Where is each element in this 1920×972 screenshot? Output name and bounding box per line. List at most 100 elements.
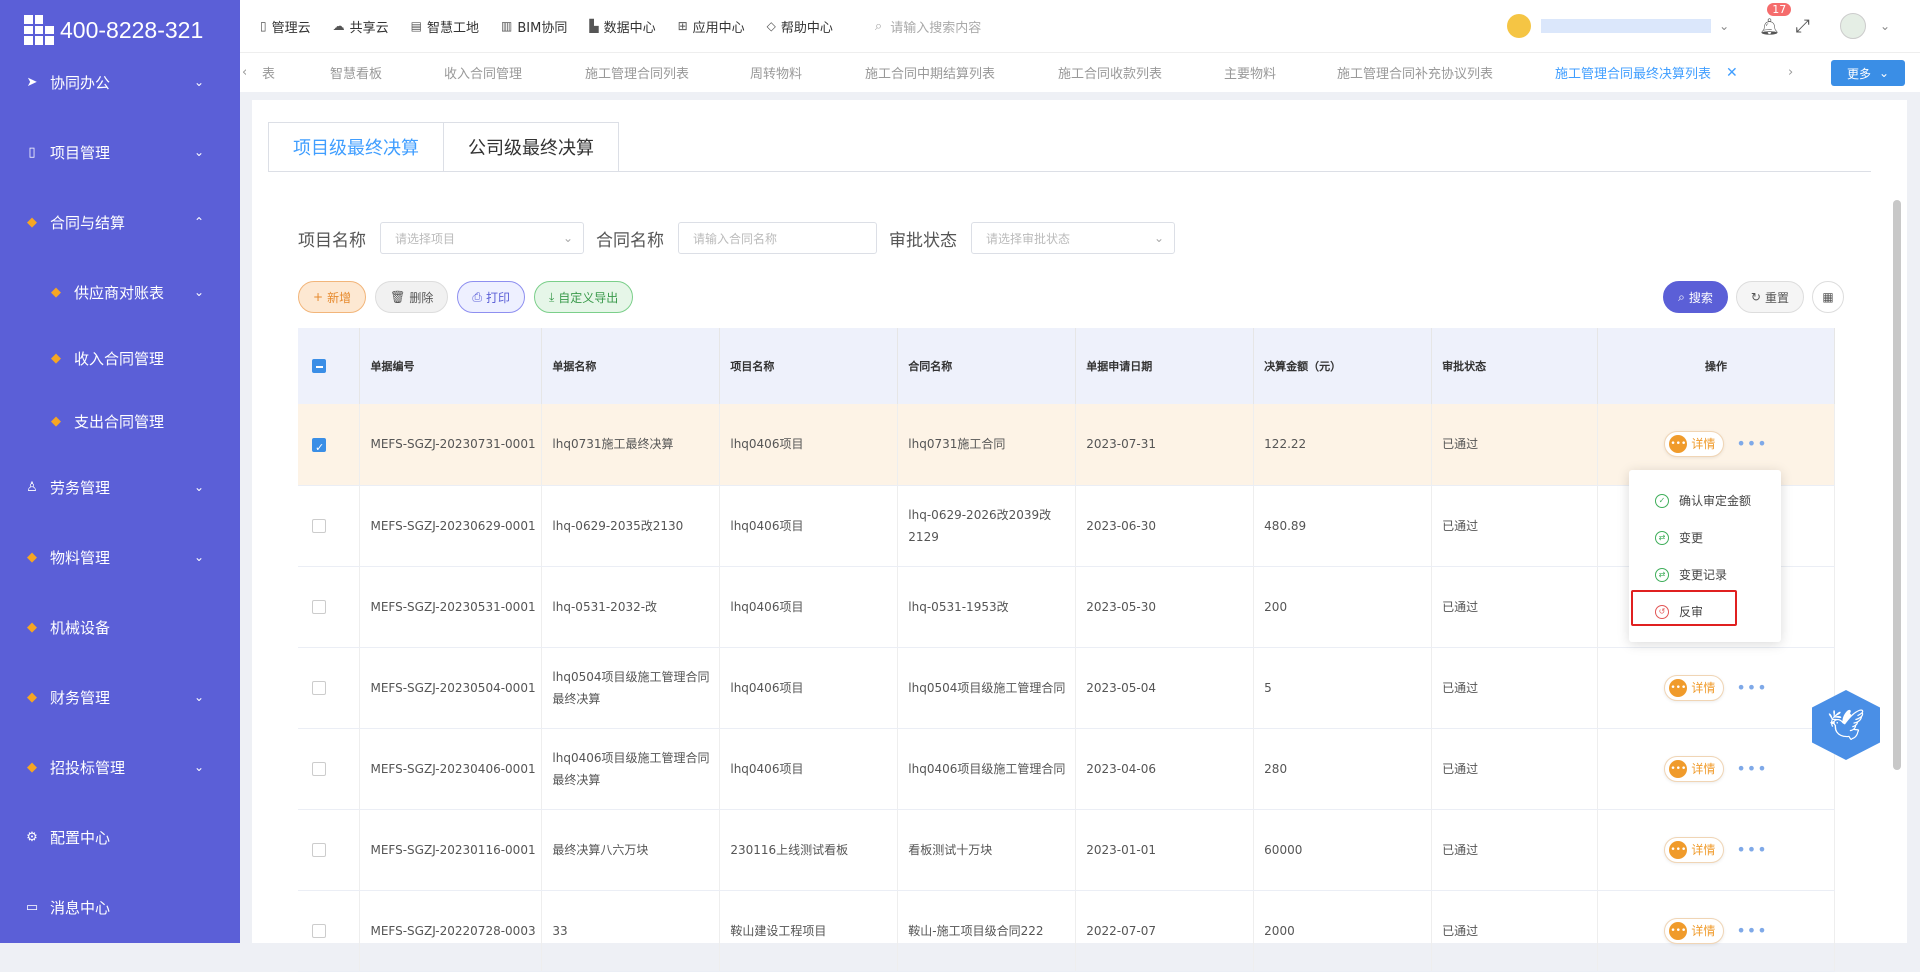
org-name-bar[interactable] [1541, 19, 1712, 33]
tab-close-icon[interactable]: ✕ [1726, 65, 1738, 81]
tab-construction-contract-list[interactable]: 施工管理合同列表 [585, 63, 689, 82]
fullscreen-icon[interactable]: ⤢ [1796, 16, 1810, 37]
table-header-row: 单据编号 单据名称 项目名称 合同名称 单据申请日期 决算金额（元） 审批状态 … [298, 328, 1835, 404]
detail-button[interactable]: ••• 详情 [1664, 917, 1725, 944]
sidebar-item-supplier[interactable]: ◆ 供应商对账表 ⌄ [0, 272, 240, 312]
tab-final-settlement[interactable]: 施工管理合同最终决算列表 [1555, 63, 1711, 82]
row-checkbox[interactable] [312, 519, 326, 533]
avatar-chevron-icon[interactable]: ⌄ [1880, 19, 1890, 33]
tab-prev-icon[interactable]: ‹ [242, 65, 247, 80]
tab-project-level[interactable]: 项目级最终决算 [268, 122, 444, 172]
sidebar-item-collab[interactable]: ➤ 协同办公 ⌄ [0, 62, 240, 102]
nav-help-center[interactable]: ◇ 帮助中心 [767, 17, 833, 36]
menu-item-change[interactable]: ⇄ 变更 [1655, 529, 1703, 546]
tab-partial[interactable]: 表 [262, 63, 275, 82]
project-select[interactable]: 请选择项目 ⌄ [380, 222, 584, 254]
status-select[interactable]: 请选择审批状态 ⌄ [971, 222, 1175, 254]
detail-button[interactable]: ••• 详情 [1664, 755, 1725, 782]
org-chevron-icon[interactable]: ⌄ [1719, 19, 1729, 33]
tab-supplement-agreement[interactable]: 施工管理合同补充协议列表 [1337, 63, 1493, 82]
sidebar-item-message[interactable]: ▭ 消息中心 [0, 887, 240, 927]
sidebar-item-expense-contract[interactable]: ◆ 支出合同管理 [0, 401, 240, 441]
tab-next-icon[interactable]: › [1788, 65, 1793, 80]
sidebar-item-label: 招投标管理 [50, 758, 126, 777]
table-row[interactable]: MEFS-SGZJ-20220728-0003 33 鞍山建设工程项目 鞍山-施工项目… [298, 890, 1835, 972]
sidebar-item-machinery[interactable]: ◆ 机械设备 [0, 607, 240, 647]
detail-button[interactable]: ••• 详情 [1664, 431, 1725, 458]
nav-smart-site[interactable]: ▤ 智慧工地 [411, 17, 479, 36]
nav-data-center[interactable]: ▙ 数据中心 [589, 17, 655, 36]
table-row[interactable]: MEFS-SGZJ-20230504-0001 lhq0504项目级施工管理合同最… [298, 647, 1835, 729]
history-icon: ⇄ [1655, 567, 1669, 582]
table-row[interactable]: MEFS-SGZJ-20230629-0001 lhq-0629-2035改213… [298, 485, 1835, 567]
sidebar-item-config[interactable]: ⚙ 配置中心 [0, 817, 240, 857]
sidebar-item-finance[interactable]: ◆ 财务管理 ⌄ [0, 677, 240, 717]
tab-smart-board[interactable]: 智慧看板 [330, 63, 382, 82]
more-tabs-button[interactable]: 更多 ⌄ [1831, 60, 1905, 86]
table-row[interactable]: MEFS-SGZJ-20230531-0001 lhq-0531-2032-改 lh… [298, 566, 1835, 648]
tab-company-level[interactable]: 公司级最终决算 [444, 122, 619, 172]
tab-turnover-material[interactable]: 周转物料 [750, 63, 802, 82]
row-checkbox[interactable] [312, 681, 326, 695]
export-button[interactable]: ⤓ 自定义导出 [533, 281, 634, 313]
sidebar-item-income-contract[interactable]: ◆ 收入合同管理 [0, 338, 240, 378]
sidebar-item-project[interactable]: ▯ 项目管理 ⌄ [0, 132, 240, 172]
tab-income-contract[interactable]: 收入合同管理 [444, 63, 522, 82]
header-operations: 操作 [1597, 328, 1835, 404]
vertical-scrollbar[interactable] [1893, 200, 1901, 770]
gem-icon: ◆ [27, 619, 37, 635]
print-button[interactable]: ⎙ 打印 [457, 281, 525, 313]
column-settings-icon[interactable]: ▦ [1812, 281, 1844, 313]
row-checkbox[interactable] [312, 600, 326, 614]
nav-bim[interactable]: ▥ BIM协同 [501, 17, 567, 36]
menu-item-confirm-amount[interactable]: ✓ 确认审定金额 [1655, 492, 1751, 509]
nav-share-cloud[interactable]: ☁ 共享云 [333, 17, 389, 36]
cell-project: lhq0406项目 [719, 647, 899, 729]
more-dots-icon[interactable]: ••• [1736, 433, 1767, 455]
reset-button[interactable]: ↻ 重置 [1735, 281, 1804, 313]
bell-icon[interactable]: 🔔︎ 17 [1759, 2, 1792, 36]
row-select-cell [298, 728, 361, 810]
select-all-checkbox[interactable] [312, 359, 326, 373]
detail-button[interactable]: ••• 详情 [1664, 836, 1725, 863]
chevron-down-icon: ⌄ [193, 75, 204, 89]
row-checkbox[interactable] [312, 843, 326, 857]
avatar[interactable] [1839, 13, 1866, 39]
row-checkbox[interactable] [312, 924, 326, 938]
sidebar-item-labor[interactable]: ♙ 劳务管理 ⌄ [0, 467, 240, 507]
sidebar-item-material[interactable]: ◆ 物料管理 ⌄ [0, 537, 240, 577]
more-dots-icon[interactable]: ••• [1736, 839, 1767, 861]
more-dots-icon[interactable]: ••• [1736, 920, 1767, 942]
trash-icon: 🗑︎ [390, 290, 406, 304]
row-checkbox[interactable] [312, 437, 326, 459]
table-row[interactable]: MEFS-SGZJ-20230406-0001 lhq0406项目级施工管理合同最… [298, 728, 1835, 810]
nav-app-center[interactable]: ⊞ 应用中心 [678, 17, 745, 36]
search-button[interactable]: ⌕ 搜索 [1663, 281, 1728, 313]
sidebar-item-label: 合同与结算 [50, 213, 126, 232]
download-icon: ⤓ [548, 289, 555, 304]
cell-amount: 60000 [1253, 809, 1433, 891]
more-dots-icon[interactable]: ••• [1736, 677, 1767, 699]
tab-interim-settlement[interactable]: 施工合同中期结算列表 [865, 63, 995, 82]
sidebar-item-contract[interactable]: ◆ 合同与结算 ⌃ [0, 202, 240, 242]
delete-button[interactable]: 🗑︎ 删除 [375, 281, 449, 313]
chevron-down-icon: ⌄ [193, 690, 204, 704]
table-row[interactable]: MEFS-SGZJ-20230116-0001 最终决算八六万块 230116上线测… [298, 809, 1835, 891]
global-search[interactable]: ⌕ 请输入搜索内容 [875, 17, 981, 36]
tab-main-material[interactable]: 主要物料 [1224, 63, 1276, 82]
sidebar-item-label: 配置中心 [50, 828, 111, 847]
detail-button[interactable]: ••• 详情 [1664, 674, 1725, 701]
table-row[interactable]: MEFS-SGZJ-20230731-0001lhq0731施工最终决算lhq0… [298, 404, 1835, 486]
row-checkbox[interactable] [312, 762, 326, 776]
tab-collection-list[interactable]: 施工合同收款列表 [1058, 63, 1162, 82]
cell-name: lhq0731施工最终决算 [541, 404, 721, 486]
reset-label: 重置 [1764, 290, 1789, 305]
contract-name-input[interactable]: 请输入合同名称 [678, 222, 877, 254]
menu-item-change-log[interactable]: ⇄ 变更记录 [1655, 566, 1727, 583]
cell-date: 2023-04-06 [1075, 728, 1255, 810]
sidebar-item-bidding[interactable]: ◆ 招投标管理 ⌄ [0, 747, 240, 787]
more-dots-icon[interactable]: ••• [1736, 758, 1767, 780]
check-circle-icon: ✓ [1655, 493, 1669, 508]
add-button[interactable]: + 新增 [298, 281, 367, 313]
nav-management-cloud[interactable]: ▯ 管理云 [260, 17, 311, 36]
